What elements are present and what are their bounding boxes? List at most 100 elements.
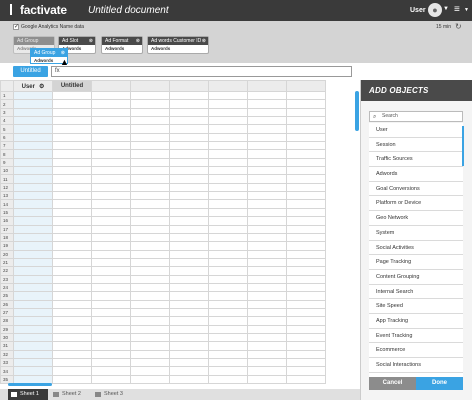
grid-cell[interactable] <box>169 199 209 209</box>
grid-cell[interactable] <box>91 216 131 226</box>
grid-cell[interactable] <box>52 349 92 360</box>
grid-cell[interactable] <box>13 166 53 176</box>
grid-cell[interactable] <box>130 232 170 243</box>
grid-cell[interactable] <box>208 157 248 168</box>
user-label[interactable]: User <box>410 7 426 14</box>
row-number[interactable]: 34 <box>0 366 14 376</box>
grid-cell[interactable] <box>208 132 248 143</box>
grid-cell[interactable] <box>169 141 209 151</box>
grid-cell[interactable] <box>247 324 287 334</box>
grid-cell[interactable] <box>169 299 209 309</box>
grid-cell[interactable] <box>13 132 53 143</box>
row-number[interactable]: 20 <box>0 249 14 259</box>
grid-cell[interactable] <box>52 157 92 168</box>
ga-checkbox[interactable]: ✓ <box>13 24 19 30</box>
grid-cell[interactable] <box>286 157 326 168</box>
grid-cell[interactable] <box>52 116 92 126</box>
grid-cell[interactable] <box>169 341 209 351</box>
row-number[interactable]: 18 <box>0 232 14 243</box>
grid-cell[interactable] <box>286 90 326 101</box>
grid-cell[interactable] <box>208 257 248 268</box>
grid-cell[interactable] <box>208 357 248 368</box>
grid-cell[interactable] <box>52 374 92 385</box>
grid-cell[interactable] <box>130 366 170 376</box>
grid-cell[interactable] <box>286 282 326 293</box>
grid-cell[interactable] <box>13 266 53 276</box>
grid-cell[interactable] <box>130 349 170 360</box>
grid-cell[interactable] <box>208 349 248 360</box>
grid-cell[interactable] <box>247 232 287 243</box>
object-list-item[interactable]: Page Tracking <box>369 255 463 270</box>
filter-chip[interactable]: Ad Format ⊗ Adwords <box>101 36 143 54</box>
grid-cell[interactable] <box>247 249 287 259</box>
grid-cell[interactable] <box>52 266 92 276</box>
grid-cell[interactable] <box>286 366 326 376</box>
grid-cell[interactable] <box>91 207 131 218</box>
grid-cell[interactable] <box>130 316 170 326</box>
panel-scrollbar[interactable] <box>462 126 464 166</box>
grid-cell[interactable] <box>91 249 131 259</box>
grid-cell[interactable] <box>13 274 53 284</box>
grid-cell[interactable] <box>13 182 53 193</box>
grid-cell[interactable] <box>169 249 209 259</box>
object-list-item[interactable]: Site Speed <box>369 299 463 314</box>
grid-cell[interactable] <box>130 224 170 234</box>
object-list-item[interactable]: System <box>369 225 463 241</box>
grid-cell[interactable] <box>208 232 248 243</box>
grid-cell[interactable] <box>247 257 287 268</box>
grid-cell[interactable] <box>91 307 131 318</box>
done-button[interactable]: Done <box>416 377 463 390</box>
grid-cell[interactable] <box>52 357 92 368</box>
grid-cell[interactable] <box>130 332 170 343</box>
grid-cell[interactable] <box>52 90 92 101</box>
grid-cell[interactable] <box>91 341 131 351</box>
grid-cell[interactable] <box>13 207 53 218</box>
grid-cell[interactable] <box>130 249 170 259</box>
grid-cell[interactable] <box>52 332 92 343</box>
grid-cell[interactable] <box>13 366 53 376</box>
object-list-item[interactable]: Content Grouping <box>369 269 463 285</box>
sheet-name-tab[interactable]: Untitled <box>13 66 48 77</box>
grid-cell[interactable] <box>13 241 53 251</box>
grid-cell[interactable] <box>286 374 326 385</box>
grid-cell[interactable] <box>247 116 287 126</box>
grid-cell[interactable] <box>208 307 248 318</box>
grid-cell[interactable] <box>130 257 170 268</box>
grid-cell[interactable] <box>91 316 131 326</box>
object-list-item[interactable]: Traffic Sources <box>369 152 463 168</box>
grid-cell[interactable] <box>247 291 287 301</box>
grid-cell[interactable] <box>247 374 287 385</box>
grid-cell[interactable] <box>13 349 53 360</box>
grid-cell[interactable] <box>208 149 248 159</box>
row-number[interactable]: 10 <box>0 166 14 176</box>
grid-cell[interactable] <box>130 149 170 159</box>
grid-cell[interactable] <box>169 124 209 134</box>
close-icon[interactable]: ⊗ <box>202 38 206 44</box>
grid-cell[interactable] <box>286 107 326 118</box>
grid-cell[interactable] <box>169 349 209 360</box>
grid-cell[interactable] <box>169 107 209 118</box>
grid-cell[interactable] <box>13 324 53 334</box>
grid-cell[interactable] <box>286 291 326 301</box>
grid-cell[interactable] <box>208 332 248 343</box>
grid-cell[interactable] <box>247 107 287 118</box>
menu-icon[interactable]: ≡ <box>454 4 460 15</box>
grid-cell[interactable] <box>52 141 92 151</box>
grid-cell[interactable] <box>286 207 326 218</box>
grid-cell[interactable] <box>52 249 92 259</box>
grid-cell[interactable] <box>286 316 326 326</box>
grid-cell[interactable] <box>247 266 287 276</box>
grid-cell[interactable] <box>208 224 248 234</box>
grid-cell[interactable] <box>286 216 326 226</box>
grid-cell[interactable] <box>130 166 170 176</box>
grid-cell[interactable] <box>130 99 170 109</box>
grid-cell[interactable] <box>247 216 287 226</box>
grid-cell[interactable] <box>169 216 209 226</box>
grid-cell[interactable] <box>169 282 209 293</box>
grid-cell[interactable] <box>91 349 131 360</box>
grid-cell[interactable] <box>247 174 287 184</box>
grid-cell[interactable] <box>52 324 92 334</box>
grid-cell[interactable] <box>91 166 131 176</box>
grid-cell[interactable] <box>52 224 92 234</box>
row-number[interactable]: 31 <box>0 341 14 351</box>
